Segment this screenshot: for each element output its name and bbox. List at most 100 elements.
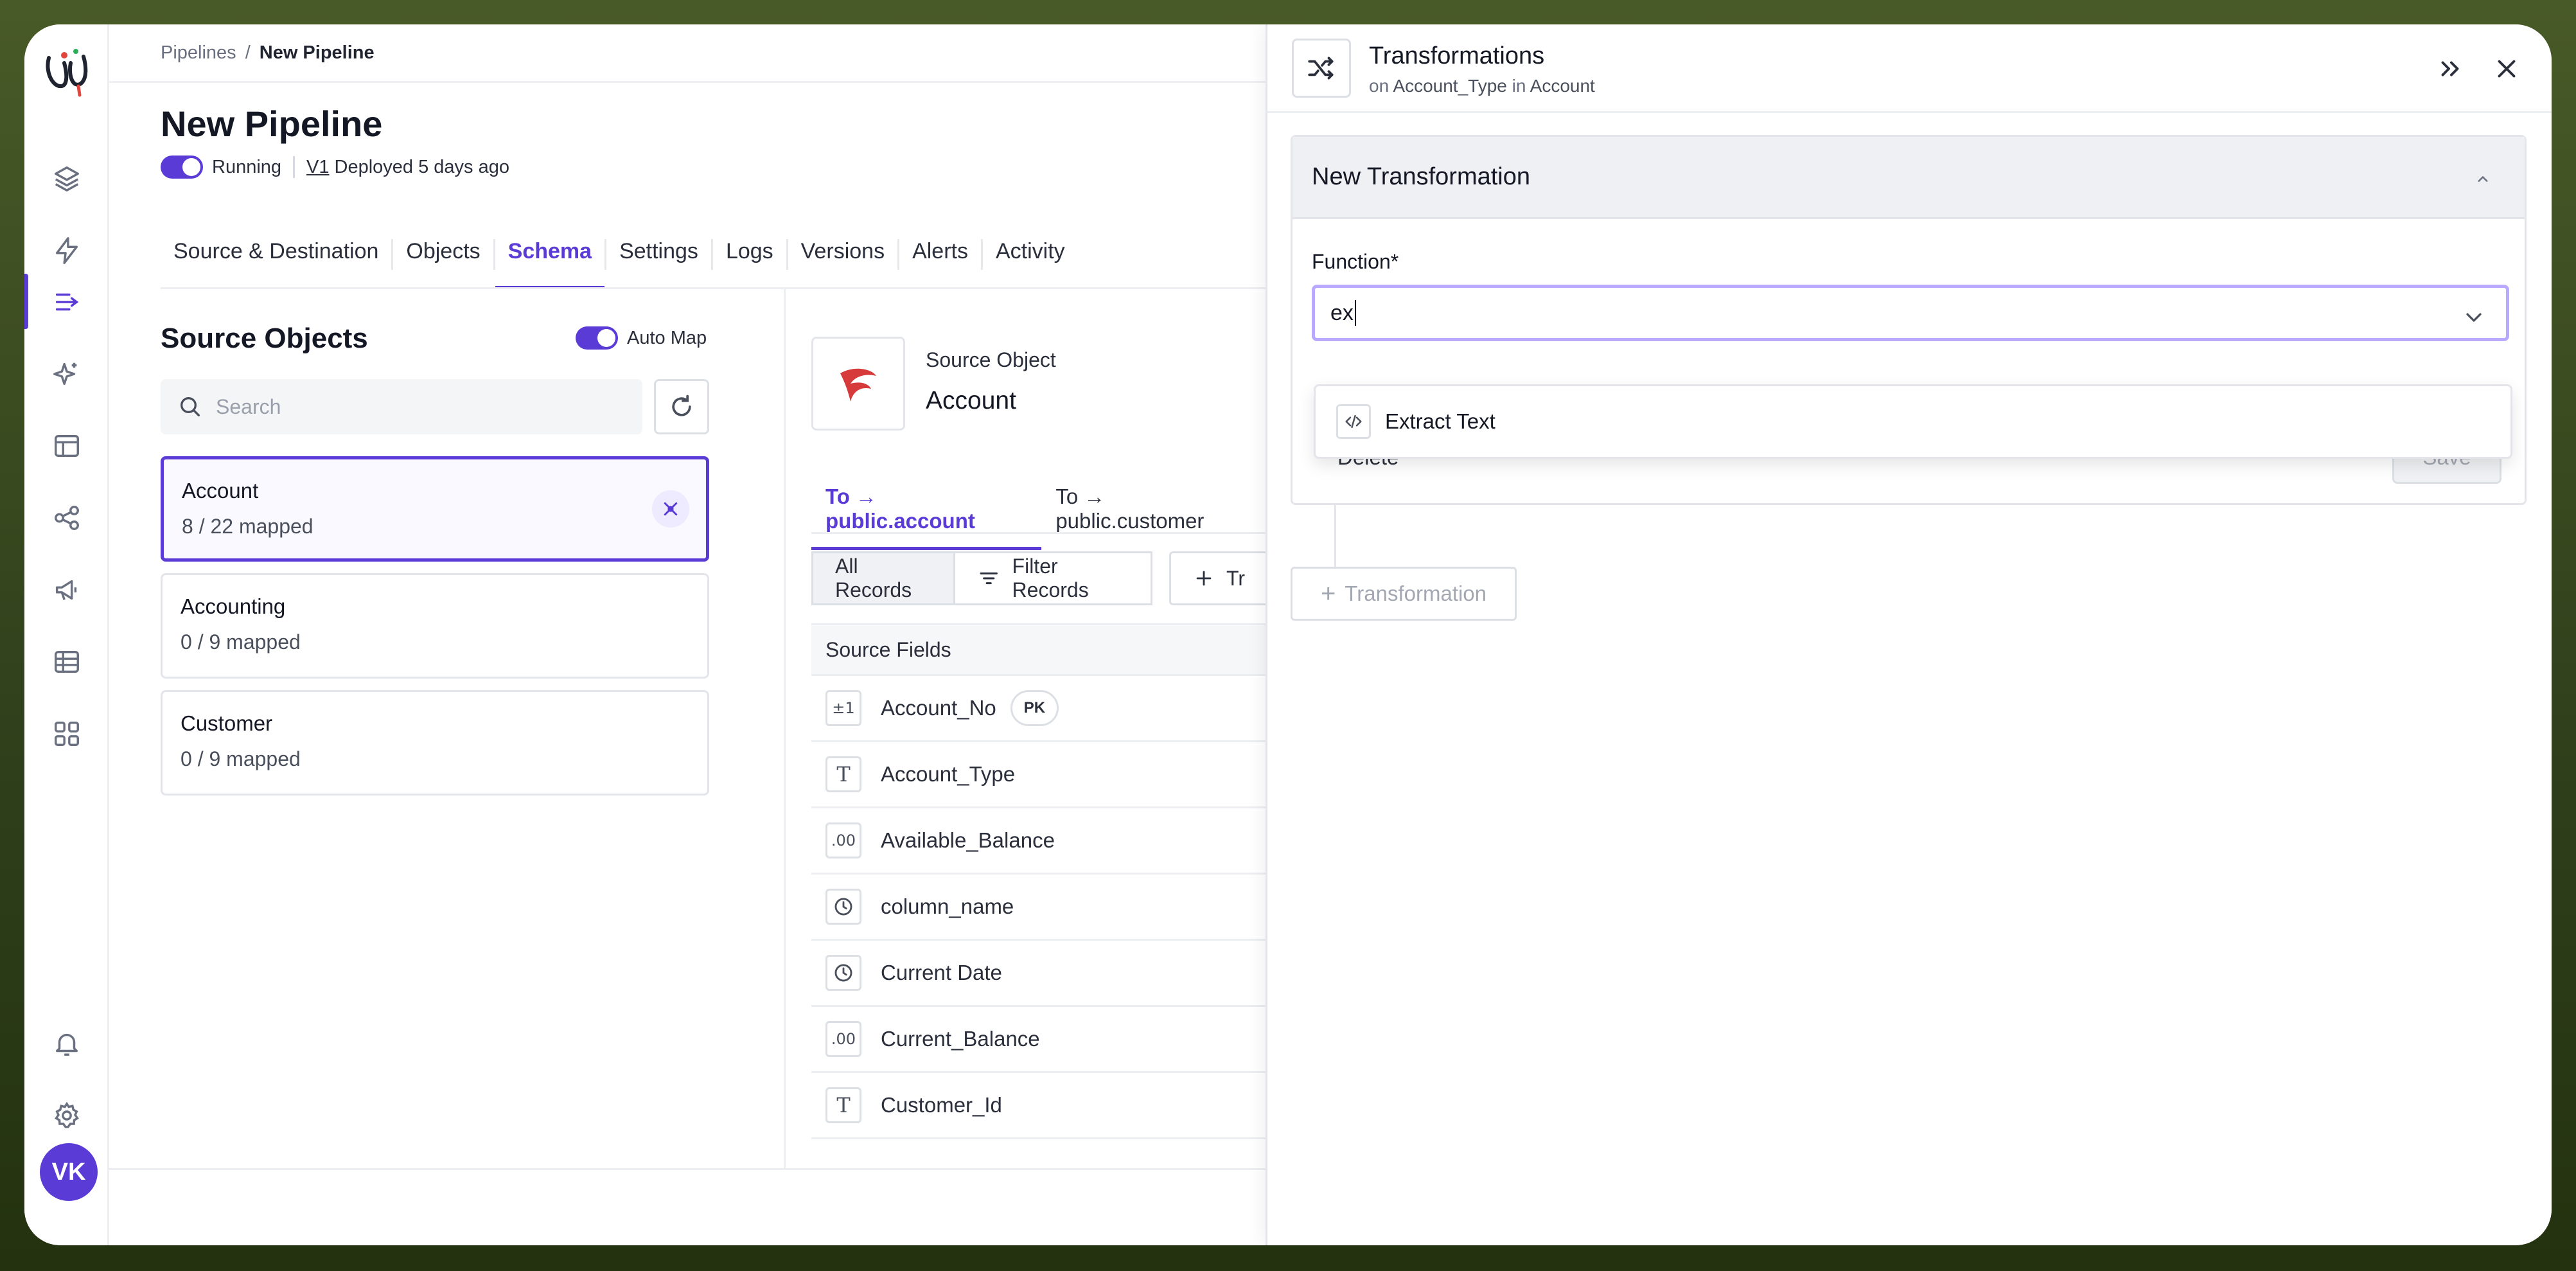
table-row[interactable]: Current Date bbox=[811, 941, 1274, 1007]
clock-icon bbox=[825, 955, 861, 991]
decimal-type-icon: .00 bbox=[825, 822, 861, 858]
search-input[interactable]: Search bbox=[161, 379, 642, 434]
tab-source-destination[interactable]: Source & Destination bbox=[161, 227, 391, 288]
sparkle-icon[interactable] bbox=[48, 355, 86, 393]
pipelines-icon[interactable] bbox=[48, 283, 86, 321]
settings-gear-icon[interactable] bbox=[48, 1096, 86, 1135]
pipeline-status: Running V1 Deployed 5 days ago bbox=[161, 154, 509, 180]
pipeline-tabs: Source & Destination Objects Schema Sett… bbox=[161, 227, 1078, 289]
object-mapped-count: 8 / 22 mapped bbox=[182, 515, 313, 538]
share-icon[interactable] bbox=[48, 499, 86, 537]
code-icon bbox=[1336, 404, 1371, 439]
plus-icon: + bbox=[1320, 579, 1336, 608]
add-transformation-panel-button[interactable]: + Transformation bbox=[1291, 567, 1517, 621]
bolt-icon[interactable] bbox=[48, 231, 86, 270]
panel-subtitle: on Account_Type in Account bbox=[1369, 76, 1595, 96]
function-input-value: ex bbox=[1330, 300, 1354, 325]
panel-title: Transformations bbox=[1369, 42, 1545, 69]
field-name: Account_Type bbox=[881, 762, 1016, 786]
tab-logs[interactable]: Logs bbox=[713, 227, 786, 288]
destination-tabs: To → public.account To → public.customer bbox=[811, 476, 1269, 550]
breadcrumb-root[interactable]: Pipelines bbox=[161, 42, 236, 63]
running-toggle[interactable] bbox=[161, 156, 203, 179]
sub-tabs-divider bbox=[811, 532, 1274, 534]
filter-icon bbox=[980, 572, 998, 585]
app-logo-icon[interactable] bbox=[42, 46, 91, 98]
tab-alerts[interactable]: Alerts bbox=[899, 227, 981, 288]
table-row[interactable]: column_name bbox=[811, 875, 1274, 941]
decimal-type-icon: .00 bbox=[825, 1021, 861, 1057]
breadcrumb-current: New Pipeline bbox=[259, 42, 375, 63]
footer-divider bbox=[109, 1168, 1266, 1170]
table-row[interactable]: .00 Current_Balance bbox=[811, 1007, 1274, 1073]
record-filter-buttons: All Records Filter Records Tr bbox=[811, 551, 1269, 605]
status-label: Running bbox=[212, 156, 282, 177]
tab-activity[interactable]: Activity bbox=[983, 227, 1078, 288]
all-records-button[interactable]: All Records bbox=[811, 551, 956, 605]
refresh-button[interactable] bbox=[654, 379, 709, 434]
object-name: Customer bbox=[181, 711, 273, 735]
tab-public-account[interactable]: To → public.account bbox=[811, 476, 1042, 550]
table-row[interactable]: .00 Available_Balance bbox=[811, 808, 1274, 875]
field-name: Current_Balance bbox=[881, 1027, 1040, 1051]
auto-map-toggle[interactable] bbox=[576, 326, 618, 350]
connector-line bbox=[1334, 505, 1336, 567]
function-label: Function* bbox=[1312, 250, 1399, 273]
source-objects-title: Source Objects bbox=[161, 323, 368, 354]
field-name: Customer_Id bbox=[881, 1093, 1002, 1117]
text-type-icon: T bbox=[825, 1087, 861, 1123]
table-row[interactable]: T Account_Type bbox=[811, 742, 1274, 808]
tab-objects[interactable]: Objects bbox=[393, 227, 493, 288]
table-row[interactable]: T Customer_Id bbox=[811, 1073, 1274, 1139]
add-button-label: Tr bbox=[1226, 566, 1245, 590]
filter-records-label: Filter Records bbox=[1012, 555, 1089, 601]
source-fields-header: Source Fields bbox=[811, 623, 1274, 676]
tab-schema[interactable]: Schema bbox=[495, 227, 605, 289]
auto-map-badge-icon bbox=[652, 490, 689, 528]
text-type-icon: T bbox=[825, 756, 861, 792]
function-select-input[interactable]: ex bbox=[1312, 285, 2509, 341]
field-name: Available_Balance bbox=[881, 828, 1055, 852]
panel-header: Transformations on Account_Type in Accou… bbox=[1267, 24, 2552, 113]
subtitle-field: Account_Type bbox=[1393, 76, 1507, 96]
integer-type-icon: ±1 bbox=[825, 690, 861, 726]
user-avatar[interactable]: VK bbox=[40, 1143, 98, 1201]
source-object-card-account[interactable]: Account 8 / 22 mapped bbox=[161, 456, 709, 562]
add-transformation-label: Transformation bbox=[1345, 582, 1487, 605]
search-placeholder: Search bbox=[216, 395, 281, 418]
grid-icon[interactable] bbox=[48, 715, 86, 753]
version-link[interactable]: V1 bbox=[306, 157, 329, 178]
layers-icon[interactable] bbox=[48, 159, 86, 198]
subtitle-mid: in bbox=[1512, 76, 1526, 96]
filter-records-button[interactable]: Filter Records bbox=[953, 551, 1152, 605]
object-mapped-count: 0 / 9 mapped bbox=[181, 747, 301, 770]
layout-icon[interactable] bbox=[48, 427, 86, 465]
breadcrumb-separator: / bbox=[245, 42, 251, 63]
tab-settings[interactable]: Settings bbox=[606, 227, 711, 288]
active-nav-indicator bbox=[24, 274, 28, 329]
close-icon[interactable] bbox=[2492, 54, 2521, 84]
source-object-value: Account bbox=[926, 387, 1016, 414]
tab-versions[interactable]: Versions bbox=[788, 227, 897, 288]
deployed-label: Deployed 5 days ago bbox=[334, 156, 509, 177]
add-transformation-button[interactable]: Tr bbox=[1169, 551, 1269, 605]
table-row[interactable]: ±1 Account_No PK bbox=[811, 676, 1274, 742]
source-object-card-customer[interactable]: Customer 0 / 9 mapped bbox=[161, 690, 709, 795]
tab-public-customer[interactable]: To → public.customer bbox=[1041, 476, 1269, 550]
chevron-down-icon[interactable] bbox=[2461, 305, 2487, 330]
search-icon bbox=[181, 397, 200, 416]
field-name: column_name bbox=[881, 894, 1014, 918]
chevron-up-icon[interactable] bbox=[2473, 169, 2492, 188]
bell-icon[interactable] bbox=[48, 1024, 86, 1063]
source-object-label: Source Object bbox=[926, 348, 1056, 371]
transformations-panel: Transformations on Account_Type in Accou… bbox=[1266, 24, 2552, 1245]
source-object-card-accounting[interactable]: Accounting 0 / 9 mapped bbox=[161, 573, 709, 679]
column-divider bbox=[784, 289, 786, 1169]
field-name: Current Date bbox=[881, 961, 1002, 984]
megaphone-icon[interactable] bbox=[48, 571, 86, 609]
function-dropdown-option[interactable]: Extract Text bbox=[1314, 384, 2512, 459]
subtitle-object: Account bbox=[1530, 76, 1595, 96]
new-transformation-header[interactable]: New Transformation bbox=[1292, 137, 2525, 219]
collapse-panel-icon[interactable] bbox=[2435, 54, 2465, 84]
table-icon[interactable] bbox=[48, 643, 86, 681]
